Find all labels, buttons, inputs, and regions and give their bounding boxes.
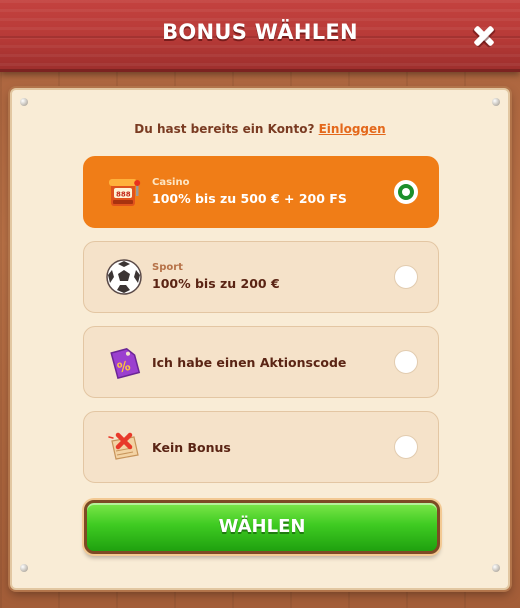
- login-prompt-text: Du hast bereits ein Konto?: [134, 122, 315, 136]
- header-banner: BONUS WÄHLEN: [0, 0, 520, 72]
- slot-machine-icon: 888: [109, 179, 141, 206]
- svg-text:888: 888: [116, 191, 131, 199]
- login-link[interactable]: Einloggen: [319, 122, 386, 136]
- submit-button[interactable]: WÄHLEN: [84, 500, 440, 554]
- dialog-title: BONUS WÄHLEN: [162, 20, 358, 44]
- nail-icon: [492, 564, 500, 572]
- soccer-ball-icon: [106, 259, 142, 295]
- option-label: 100% bis zu 500 € + 200 FS: [152, 191, 347, 206]
- radio-unselected[interactable]: [394, 435, 418, 459]
- option-sport[interactable]: Sport 100% bis zu 200 €: [83, 241, 439, 313]
- submit-button-label: WÄHLEN: [218, 516, 306, 537]
- option-no-bonus[interactable]: Kein Bonus: [83, 411, 439, 483]
- option-label: 100% bis zu 200 €: [152, 276, 280, 291]
- percent-tag-icon: %: [110, 348, 141, 380]
- close-icon[interactable]: [470, 22, 498, 50]
- option-category: Sport: [152, 262, 183, 273]
- bonus-panel: Du hast bereits ein Konto? Einloggen 888…: [10, 88, 510, 590]
- option-casino[interactable]: 888 Casino 100% bis zu 500 € + 200 FS: [83, 156, 439, 228]
- option-category: Casino: [152, 177, 190, 188]
- option-promo-code[interactable]: % Ich habe einen Aktionscode: [83, 326, 439, 398]
- nail-icon: [20, 98, 28, 106]
- no-bonus-map-icon: [108, 432, 139, 460]
- login-prompt: Du hast bereits ein Konto? Einloggen: [12, 122, 508, 136]
- option-label: Kein Bonus: [152, 440, 231, 455]
- radio-unselected[interactable]: [394, 350, 418, 374]
- option-label: Ich habe einen Aktionscode: [152, 355, 347, 370]
- radio-unselected[interactable]: [394, 265, 418, 289]
- nail-icon: [20, 564, 28, 572]
- nail-icon: [492, 98, 500, 106]
- radio-selected[interactable]: [394, 180, 418, 204]
